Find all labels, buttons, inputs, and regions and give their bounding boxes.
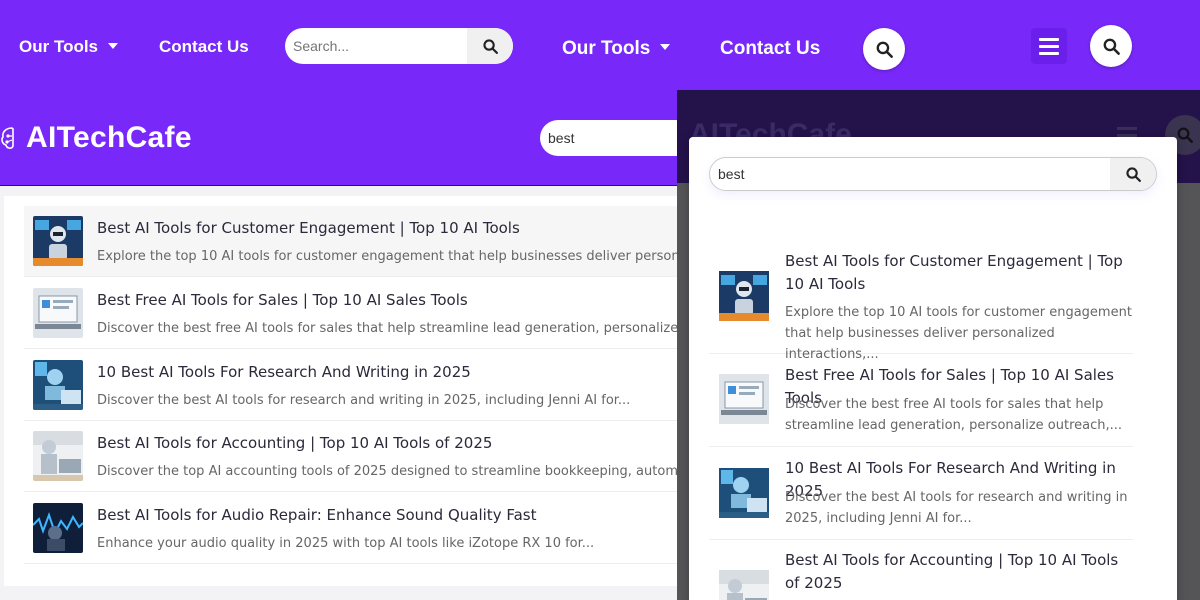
sticky-search-button[interactable] bbox=[863, 28, 905, 70]
result-item[interactable]: 10 Best AI Tools For Research And Writin… bbox=[24, 350, 684, 421]
popup-result-item[interactable]: Best AI Tools for Customer Engagement | … bbox=[709, 247, 1133, 362]
mobile-search-button[interactable] bbox=[1090, 25, 1132, 67]
thumbnail-robot bbox=[719, 271, 769, 321]
top-search-button[interactable] bbox=[467, 28, 513, 64]
result-item[interactable]: Best AI Tools for Audio Repair: Enhance … bbox=[24, 493, 684, 564]
thumbnail-audio-repair bbox=[33, 503, 83, 553]
thumbnail-robot-accounting bbox=[33, 431, 83, 481]
search-icon bbox=[876, 41, 893, 58]
sticky-nav-contact-us-label: Contact Us bbox=[720, 38, 821, 59]
nav-our-tools-label: Our Tools bbox=[19, 37, 99, 56]
popup-search-input[interactable] bbox=[718, 158, 1098, 190]
result-description: Explore the top 10 AI tools for customer… bbox=[97, 249, 677, 264]
result-title: Best AI Tools for Audio Repair: Enhance … bbox=[97, 506, 537, 524]
sticky-nav-contact-us[interactable]: Contact Us bbox=[720, 38, 820, 60]
header-search-input[interactable] bbox=[548, 120, 688, 156]
result-item[interactable]: Best AI Tools for Customer Engagement | … bbox=[24, 206, 684, 277]
sticky-nav-our-tools-label: Our Tools bbox=[562, 38, 651, 59]
hamburger-icon bbox=[1039, 37, 1059, 41]
thumbnail-robot-accounting bbox=[719, 570, 769, 600]
popup-result-title: Best AI Tools for Customer Engagement | … bbox=[785, 252, 1123, 293]
search-popup: Best AI Tools for Customer Engagement | … bbox=[689, 137, 1177, 600]
result-title: Best AI Tools for Customer Engagement | … bbox=[97, 219, 520, 237]
result-description: Discover the best free AI tools for sale… bbox=[97, 321, 677, 336]
chevron-down-icon bbox=[660, 43, 671, 50]
thumbnail-robot-research bbox=[719, 468, 769, 518]
header-search-form bbox=[540, 120, 700, 156]
popup-search-button[interactable] bbox=[1110, 158, 1156, 190]
search-icon bbox=[482, 38, 498, 54]
popup-result-item[interactable]: 10 Best AI Tools For Research And Writin… bbox=[709, 447, 1133, 540]
search-icon bbox=[1103, 38, 1120, 55]
popup-result-item[interactable]: Best AI Tools for Accounting | Top 10 AI… bbox=[709, 540, 1133, 600]
nav-contact-us[interactable]: Contact Us bbox=[159, 37, 249, 57]
result-title: Best AI Tools for Accounting | Top 10 AI… bbox=[97, 434, 493, 452]
result-title: 10 Best AI Tools For Research And Writin… bbox=[97, 363, 471, 381]
site-logo[interactable]: AITechCafe bbox=[0, 120, 192, 156]
result-description: Discover the top AI accounting tools of … bbox=[97, 464, 677, 479]
thumbnail-laptop bbox=[719, 374, 769, 424]
top-search-form bbox=[285, 28, 513, 64]
sticky-nav-our-tools[interactable]: Our Tools bbox=[562, 38, 671, 60]
result-description: Discover the best AI tools for research … bbox=[97, 393, 631, 408]
top-search-input[interactable] bbox=[293, 28, 463, 64]
popup-search-form bbox=[709, 157, 1157, 191]
popup-result-description: Discover the best free AI tools for sale… bbox=[785, 397, 1123, 433]
thumbnail-laptop bbox=[33, 288, 83, 338]
result-description: Enhance your audio quality in 2025 with … bbox=[97, 536, 595, 551]
popup-result-description: Discover the best AI tools for research … bbox=[785, 490, 1128, 526]
logo-text: AITechCafe bbox=[26, 121, 192, 154]
result-item[interactable]: Best AI Tools for Accounting | Top 10 AI… bbox=[24, 421, 684, 492]
nav-our-tools[interactable]: Our Tools bbox=[19, 37, 119, 57]
chevron-down-icon bbox=[108, 42, 119, 49]
thumbnail-robot bbox=[33, 216, 83, 266]
brain-icon bbox=[1, 127, 14, 149]
search-icon bbox=[1125, 166, 1141, 182]
result-title: Best Free AI Tools for Sales | Top 10 AI… bbox=[97, 291, 468, 309]
nav-contact-us-label: Contact Us bbox=[159, 37, 249, 56]
menu-toggle-button[interactable] bbox=[1031, 28, 1067, 64]
result-item[interactable]: Best Free AI Tools for Sales | Top 10 AI… bbox=[24, 278, 684, 349]
popup-result-item[interactable]: Best Free AI Tools for Sales | Top 10 AI… bbox=[709, 354, 1133, 447]
popup-result-title: Best AI Tools for Accounting | Top 10 AI… bbox=[785, 551, 1119, 592]
thumbnail-robot-research bbox=[33, 360, 83, 410]
